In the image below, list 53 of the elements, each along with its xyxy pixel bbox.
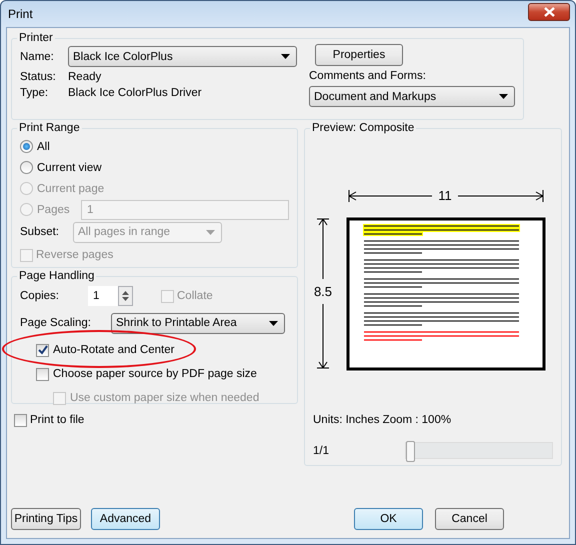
width-label: 11 xyxy=(438,188,452,203)
close-button[interactable] xyxy=(528,3,570,21)
type-value: Black Ice ColorPlus Driver xyxy=(68,87,202,99)
comments-dropdown[interactable]: Document and Markups xyxy=(309,86,515,107)
checkbox-label: Collate xyxy=(177,290,213,302)
dropdown-caret-icon xyxy=(281,54,290,59)
checkbox-label: Use custom paper size when needed xyxy=(70,392,260,404)
group-title: Printer xyxy=(18,32,54,44)
field-label: Comments and Forms: xyxy=(309,70,427,82)
field-label: Type: xyxy=(20,87,50,99)
radio-label: All xyxy=(37,140,50,152)
ok-button[interactable]: OK xyxy=(354,508,423,530)
checkbox-label: Reverse pages xyxy=(36,249,114,261)
page-count: 1/1 xyxy=(313,444,329,456)
advanced-button[interactable]: Advanced xyxy=(91,508,160,530)
printing-tips-button[interactable]: Printing Tips xyxy=(11,508,81,530)
radio-button[interactable] xyxy=(20,161,33,174)
window-title: Print xyxy=(8,7,33,21)
group-title: Print Range xyxy=(18,122,81,134)
height-label: 8.5 xyxy=(314,284,332,299)
radio-label: Current page xyxy=(37,182,104,194)
radio-label: Current view xyxy=(37,162,102,174)
page-slider[interactable] xyxy=(405,442,553,459)
group-title: Page Handling xyxy=(18,270,96,282)
properties-button[interactable]: Properties xyxy=(315,44,403,66)
dropdown-caret-icon xyxy=(269,320,278,326)
copies-spinner[interactable]: 1 xyxy=(88,286,133,306)
copies-field[interactable]: 1 xyxy=(88,286,118,306)
printer-dropdown[interactable]: Black Ice ColorPlus xyxy=(68,46,297,67)
field-label: Copies: xyxy=(20,290,60,302)
slider-thumb[interactable] xyxy=(406,441,415,462)
checkbox[interactable] xyxy=(36,368,49,380)
checkbox-label: Choose paper source by PDF page size xyxy=(53,368,257,380)
radio-button[interactable] xyxy=(20,140,33,153)
close-icon xyxy=(544,7,554,17)
radio-label: Pages xyxy=(37,204,71,216)
spinner-arrows-icon xyxy=(122,290,129,302)
field-label: Status: xyxy=(20,71,57,83)
dropdown-caret-icon xyxy=(206,230,215,234)
page-scaling-dropdown[interactable]: Shrink to Printable Area xyxy=(111,312,285,334)
units-zoom-label: Units: Inches Zoom : 100% xyxy=(313,414,452,426)
field-label: Subset: xyxy=(20,226,60,238)
checkbox-label: Print to file xyxy=(30,414,84,426)
status-value: Ready xyxy=(68,71,102,83)
checkbox-label: Auto-Rotate and Center xyxy=(53,344,174,356)
checkbox[interactable] xyxy=(14,414,27,426)
field-label: Name: xyxy=(20,50,55,62)
group-title: Preview: Composite xyxy=(311,122,416,134)
dropdown-caret-icon xyxy=(499,94,508,99)
checkmark-icon xyxy=(38,345,48,355)
cancel-button[interactable]: Cancel xyxy=(435,508,504,530)
field-label: Page Scaling: xyxy=(20,317,92,329)
checkbox[interactable] xyxy=(36,344,49,356)
